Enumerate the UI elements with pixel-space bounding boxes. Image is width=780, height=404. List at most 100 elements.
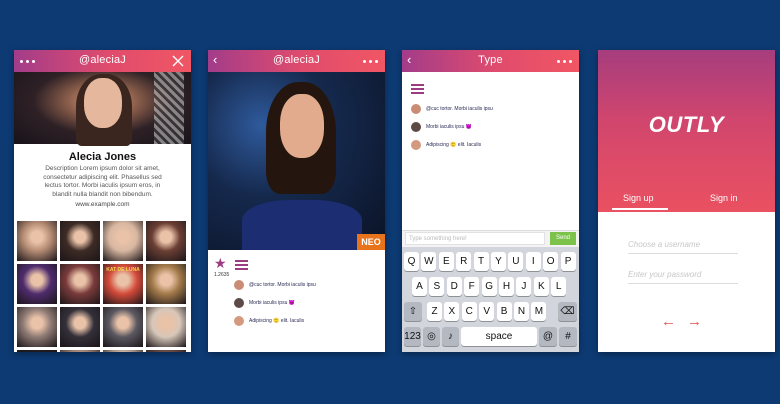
grid-photo-tile[interactable] bbox=[146, 350, 186, 352]
grid-photo-tile[interactable] bbox=[17, 307, 57, 347]
post-header-title: @aleciaJ bbox=[272, 54, 320, 66]
comment-row[interactable]: Adipiscing 🙂 elit. Iaculis bbox=[411, 140, 561, 152]
cover-photo bbox=[14, 72, 191, 146]
key-j[interactable]: J bbox=[516, 277, 532, 296]
arrow-right-icon[interactable]: → bbox=[687, 314, 702, 329]
grid-photo-tile[interactable] bbox=[103, 221, 143, 261]
neon-sign: NEO bbox=[357, 234, 385, 250]
avatar[interactable] bbox=[234, 298, 244, 308]
grid-photo-tile[interactable] bbox=[60, 221, 100, 261]
type-header-title: Type bbox=[478, 54, 503, 66]
menu-icon[interactable] bbox=[411, 84, 424, 94]
comment-row[interactable]: @cuc tortor. Morbi iaculis ipsu bbox=[234, 280, 384, 292]
grid-photo-tile[interactable] bbox=[103, 350, 143, 352]
key-k[interactable]: K bbox=[533, 277, 549, 296]
profile-header: @aleciaJ bbox=[14, 50, 191, 72]
post-photo[interactable]: NEO bbox=[208, 72, 385, 250]
send-button[interactable]: Send bbox=[550, 232, 576, 245]
numbers-key[interactable]: 123 bbox=[404, 327, 421, 346]
grid-photo-tile[interactable] bbox=[146, 264, 186, 304]
password-field[interactable]: Enter your password bbox=[628, 270, 738, 284]
avatar[interactable] bbox=[411, 122, 421, 132]
key-q[interactable]: Q bbox=[404, 252, 419, 271]
keyboard: Q W E R T Y U I O P A S D F G H J K L ⇧ Z X C V B N M ⌫ 123 ◎ ♪ space @ # bbox=[402, 247, 579, 352]
shift-icon[interactable]: ⇧ bbox=[404, 302, 422, 321]
key-d[interactable]: D bbox=[446, 277, 462, 296]
key-s[interactable]: S bbox=[429, 277, 445, 296]
key-z[interactable]: Z bbox=[427, 302, 442, 321]
key-l[interactable]: L bbox=[551, 277, 567, 296]
profile-website-link[interactable]: www.example.com bbox=[14, 201, 191, 208]
chat-input[interactable]: Type something here! bbox=[405, 232, 545, 245]
more-dots-icon[interactable] bbox=[557, 60, 573, 63]
comment-row[interactable]: Morbi iaculis ipsu 😈 bbox=[411, 122, 561, 134]
grid-photo-tile[interactable] bbox=[60, 350, 100, 352]
type-screen: ‹ Type @cuc tortor. Morbi iaculis ipsu Mo… bbox=[402, 50, 579, 352]
comment-row[interactable]: Adipiscing 🙂 elit. Iaculis bbox=[234, 316, 384, 328]
key-r[interactable]: R bbox=[456, 252, 472, 271]
grid-photo-tile[interactable] bbox=[146, 221, 186, 261]
profile-screen: @aleciaJ Alecia Jones Description Lorem … bbox=[14, 50, 191, 352]
profile-description: Description Lorem ipsum dolor sit amet, … bbox=[43, 165, 162, 198]
key-g[interactable]: G bbox=[481, 277, 497, 296]
star-icon[interactable]: ★ bbox=[214, 256, 227, 270]
grid-photo-tile[interactable] bbox=[146, 307, 186, 347]
grid-photo-tile[interactable] bbox=[17, 264, 57, 304]
key-m[interactable]: M bbox=[531, 302, 547, 321]
key-p[interactable]: P bbox=[560, 252, 576, 271]
app-logo: OUTLY bbox=[648, 112, 725, 137]
key-a[interactable]: A bbox=[412, 277, 427, 296]
arrow-left-icon[interactable]: ← bbox=[661, 314, 676, 329]
post-header: ‹ @aleciaJ bbox=[208, 50, 385, 72]
like-count: 1.2635 bbox=[214, 272, 230, 278]
comment-text: Morbi iaculis ipsu 😈 bbox=[426, 124, 472, 130]
active-tab-indicator bbox=[612, 208, 668, 210]
comment-text: Adipiscing 🙂 elit. Iaculis bbox=[249, 318, 305, 324]
delete-icon[interactable]: ⌫ bbox=[558, 302, 577, 321]
grid-photo-tile[interactable] bbox=[17, 221, 57, 261]
key-c[interactable]: C bbox=[461, 302, 477, 321]
grid-photo-tile[interactable] bbox=[60, 264, 100, 304]
key-i[interactable]: I bbox=[525, 252, 541, 271]
key-f[interactable]: F bbox=[464, 277, 480, 296]
type-header: ‹ Type bbox=[402, 50, 579, 72]
microphone-icon[interactable]: ♪ bbox=[442, 327, 459, 346]
avatar[interactable] bbox=[411, 104, 421, 114]
comment-text: @cuc tortor. Morbi iaculis ipsu bbox=[426, 106, 493, 112]
at-key[interactable]: @ bbox=[539, 327, 557, 346]
hash-key[interactable]: # bbox=[559, 327, 577, 346]
comment-row[interactable]: Morbi iaculis ipsu 😈 bbox=[234, 298, 384, 310]
key-e[interactable]: E bbox=[438, 252, 454, 271]
avatar[interactable] bbox=[411, 140, 421, 150]
tab-signup[interactable]: Sign up bbox=[623, 193, 654, 203]
globe-icon[interactable]: ◎ bbox=[423, 327, 440, 346]
key-t[interactable]: T bbox=[473, 252, 489, 271]
more-dots-icon[interactable] bbox=[363, 60, 379, 63]
key-v[interactable]: V bbox=[479, 302, 495, 321]
comment-row[interactable]: @cuc tortor. Morbi iaculis ipsu bbox=[411, 104, 561, 116]
profile-header-title: @aleciaJ bbox=[78, 54, 126, 66]
space-key[interactable]: space bbox=[461, 327, 537, 346]
grid-photo-tile[interactable] bbox=[103, 307, 143, 347]
key-y[interactable]: Y bbox=[491, 252, 506, 271]
auth-screen: OUTLY Sign up Sign in Choose a username … bbox=[598, 50, 775, 352]
post-screen: ‹ @aleciaJ NEO ★ 1.2635 @cuc tortor. Mor… bbox=[208, 50, 385, 352]
key-x[interactable]: X bbox=[444, 302, 460, 321]
comment-text: Morbi iaculis ipsu 😈 bbox=[249, 300, 295, 306]
key-n[interactable]: N bbox=[514, 302, 529, 321]
key-h[interactable]: H bbox=[499, 277, 514, 296]
key-o[interactable]: O bbox=[543, 252, 559, 271]
menu-icon[interactable] bbox=[235, 260, 248, 270]
tile-sign-text: KAT DE LUNA bbox=[106, 267, 140, 273]
key-b[interactable]: B bbox=[496, 302, 512, 321]
key-u[interactable]: U bbox=[508, 252, 524, 271]
key-w[interactable]: W bbox=[421, 252, 437, 271]
username-field[interactable]: Choose a username bbox=[628, 240, 738, 254]
tab-signin[interactable]: Sign in bbox=[710, 193, 738, 203]
grid-photo-tile[interactable] bbox=[60, 307, 100, 347]
avatar[interactable] bbox=[234, 280, 244, 290]
grid-photo-tile[interactable] bbox=[17, 350, 57, 352]
close-icon[interactable] bbox=[171, 54, 185, 68]
profile-name: Alecia Jones bbox=[68, 151, 137, 163]
avatar[interactable] bbox=[234, 316, 244, 326]
